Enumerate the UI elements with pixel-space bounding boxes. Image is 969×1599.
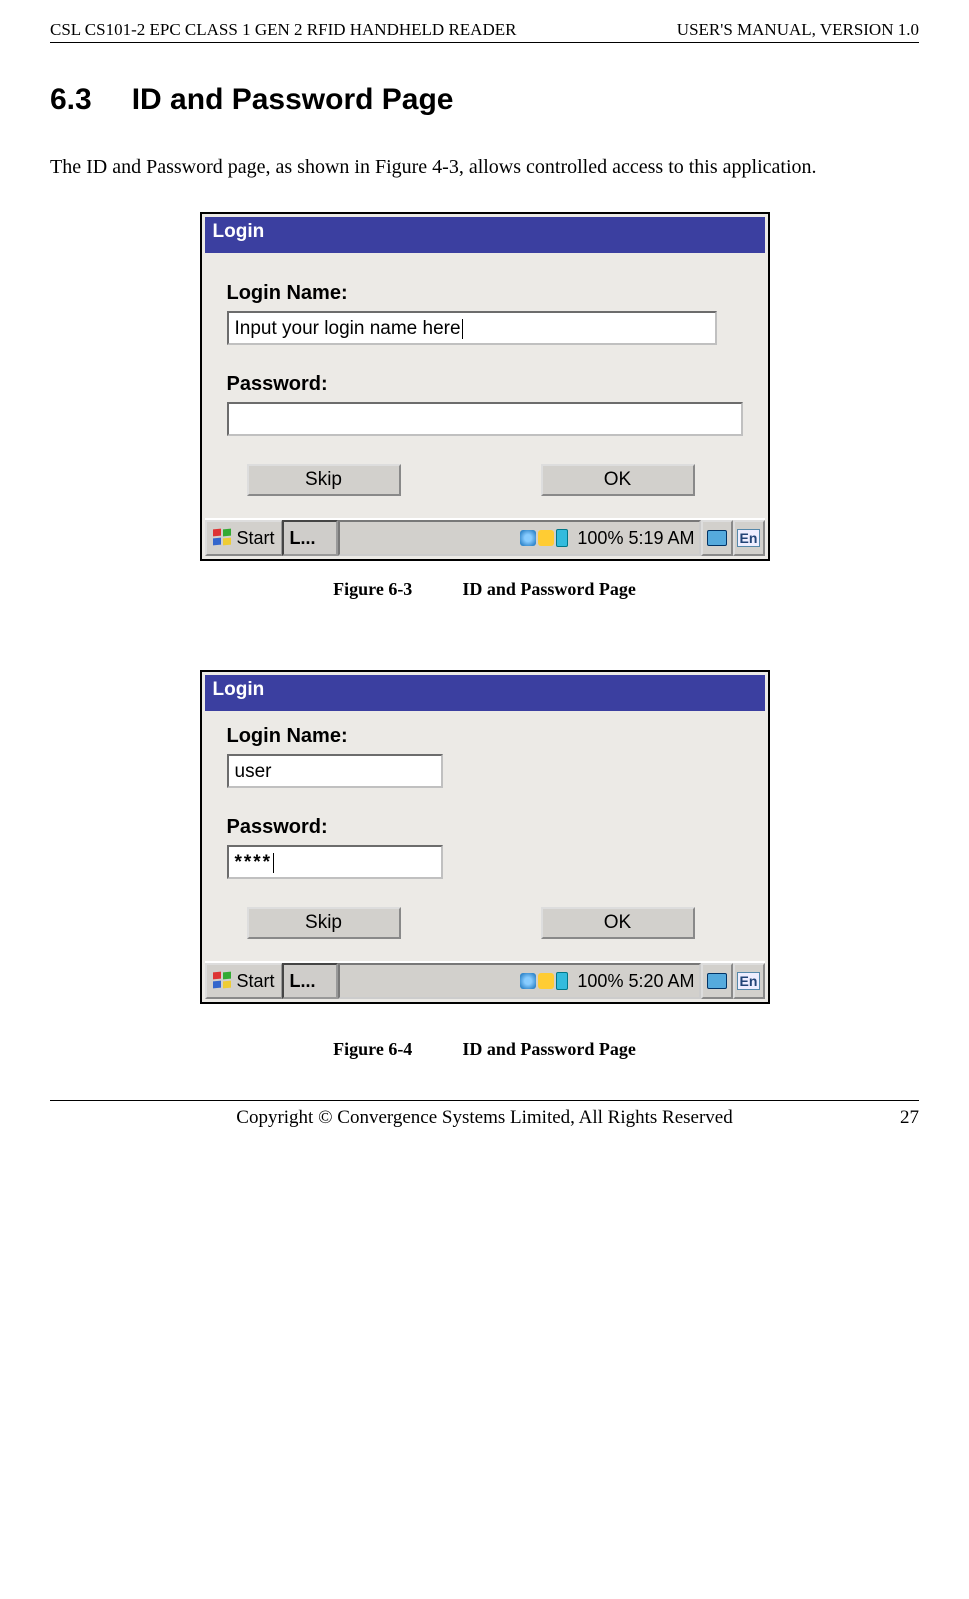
tray-status-text: 100% 5:19 AM	[577, 528, 694, 549]
lang-indicator: En	[737, 972, 761, 990]
page-header: CSL CS101-2 EPC CLASS 1 GEN 2 RFID HANDH…	[50, 20, 919, 43]
taskbar: Start L... 100% 5:20 AM En	[205, 961, 765, 999]
login-name-input[interactable]: user	[227, 754, 444, 788]
taskbar-app-button[interactable]: L...	[282, 520, 338, 556]
taskbar-app-button[interactable]: L...	[282, 963, 338, 999]
start-button[interactable]: Start	[205, 963, 282, 999]
figure-6-3-login-window: Login Login Name: Input your login name …	[200, 212, 770, 561]
caption-number: Figure 6-4	[333, 1039, 412, 1060]
start-label: Start	[237, 971, 275, 992]
tray-status-text: 100% 5:20 AM	[577, 971, 694, 992]
skip-button[interactable]: Skip	[247, 464, 401, 496]
header-left: CSL CS101-2 EPC CLASS 1 GEN 2 RFID HANDH…	[50, 20, 516, 40]
desktop-icon	[707, 530, 727, 546]
battery-icon[interactable]	[556, 972, 568, 990]
text-caret-icon	[462, 319, 463, 339]
login-name-label: Login Name:	[227, 282, 743, 305]
network-icon[interactable]	[520, 530, 536, 546]
password-input[interactable]: ****	[227, 845, 444, 879]
copyright-text: Copyright © Convergence Systems Limited,…	[236, 1107, 732, 1129]
taskbar: Start L... 100% 5:19 AM En	[205, 518, 765, 556]
windows-logo-icon	[213, 972, 233, 990]
section-heading: 6.3 ID and Password Page	[50, 83, 919, 117]
caption-number: Figure 6-3	[333, 579, 412, 600]
page-footer: Copyright © Convergence Systems Limited,…	[50, 1100, 919, 1129]
password-input[interactable]	[227, 402, 743, 436]
intro-paragraph: The ID and Password page, as shown in Fi…	[50, 147, 919, 187]
show-desktop-button[interactable]	[701, 963, 733, 999]
password-label: Password:	[227, 373, 743, 396]
network-icon[interactable]	[520, 973, 536, 989]
section-title-text: ID and Password Page	[132, 83, 454, 116]
input-lang-button[interactable]: En	[733, 520, 765, 556]
text-caret-icon	[273, 853, 274, 873]
start-label: Start	[237, 528, 275, 549]
window-titlebar: Login	[205, 217, 765, 253]
login-name-input[interactable]: Input your login name here	[227, 311, 717, 345]
password-label: Password:	[227, 816, 743, 839]
caption-text: ID and Password Page	[462, 579, 636, 599]
page-number: 27	[900, 1107, 919, 1129]
battery-icon[interactable]	[556, 529, 568, 547]
system-tray: 100% 5:19 AM	[338, 520, 701, 556]
skip-button[interactable]: Skip	[247, 907, 401, 939]
key-icon[interactable]	[538, 973, 554, 989]
window-titlebar: Login	[205, 675, 765, 711]
lang-indicator: En	[737, 529, 761, 547]
desktop-icon	[707, 973, 727, 989]
figure-6-4-login-window: Login Login Name: user Password: **** Sk…	[200, 670, 770, 1004]
header-right: USER'S MANUAL, VERSION 1.0	[677, 20, 919, 40]
caption-text: ID and Password Page	[462, 1039, 636, 1059]
ok-button[interactable]: OK	[541, 907, 695, 939]
login-name-label: Login Name:	[227, 725, 743, 748]
input-lang-button[interactable]: En	[733, 963, 765, 999]
show-desktop-button[interactable]	[701, 520, 733, 556]
windows-logo-icon	[213, 529, 233, 547]
key-icon[interactable]	[538, 530, 554, 546]
figure-6-4-caption: Figure 6-4 ID and Password Page	[50, 1039, 919, 1060]
start-button[interactable]: Start	[205, 520, 282, 556]
figure-6-3-caption: Figure 6-3 ID and Password Page	[50, 579, 919, 600]
ok-button[interactable]: OK	[541, 464, 695, 496]
section-number: 6.3	[50, 83, 92, 117]
system-tray: 100% 5:20 AM	[338, 963, 701, 999]
